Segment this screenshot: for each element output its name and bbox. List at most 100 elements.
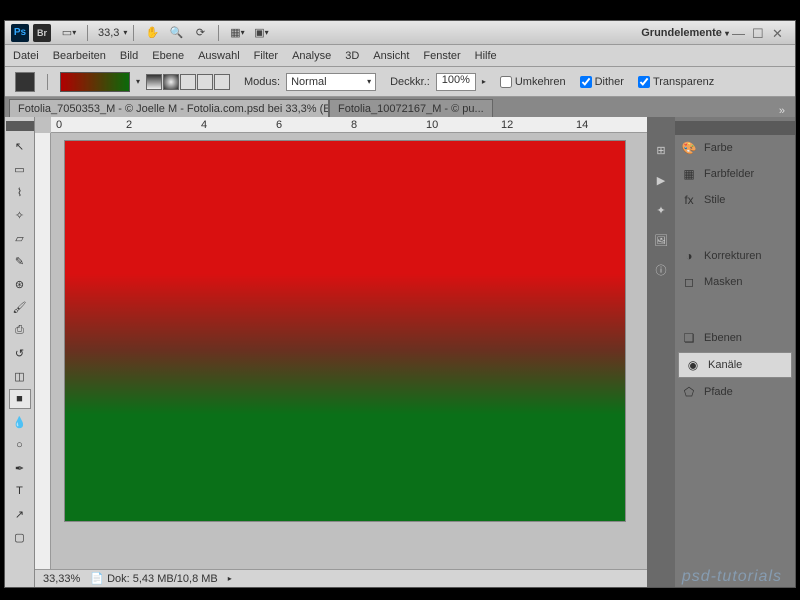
menu-filter[interactable]: Filter: [254, 50, 278, 62]
dodge-tool-icon[interactable]: ○: [9, 435, 31, 455]
photoshop-logo-icon: Ps: [11, 24, 29, 42]
minimize-icon[interactable]: —: [732, 26, 746, 40]
bridge-logo-icon[interactable]: Br: [33, 24, 51, 42]
tools-header[interactable]: [6, 121, 34, 131]
mode-select[interactable]: Normal▾: [286, 73, 376, 91]
separator: [133, 25, 134, 41]
diamond-gradient-icon[interactable]: [214, 74, 230, 90]
menu-hilfe[interactable]: Hilfe: [475, 50, 497, 62]
tool-preset-icon[interactable]: [15, 72, 35, 92]
close-icon[interactable]: ✕: [772, 26, 786, 40]
separator: [218, 25, 219, 41]
separator: [47, 74, 48, 90]
strip-icon-5[interactable]: ⓘ: [652, 261, 670, 279]
linear-gradient-icon[interactable]: [146, 74, 162, 90]
right-panels: ⊞ ▶ ✦ 🖼 ⓘ 🎨Farbe ▦Farbfelder fxStile ◑Ko…: [647, 117, 795, 587]
color-icon: 🎨: [681, 140, 697, 156]
gradient-tool-icon[interactable]: ■: [9, 389, 31, 409]
stamp-tool-icon[interactable]: ⎙: [9, 320, 31, 340]
menu-analyse[interactable]: Analyse: [292, 50, 331, 62]
zoom-level[interactable]: 33,3: [98, 27, 119, 39]
panel-group-header[interactable]: [675, 121, 795, 135]
reflected-gradient-icon[interactable]: [197, 74, 213, 90]
titlebar: Ps Br ▭▾ 33,3 ▾ ✋ 🔍 ⟳ ▦▾ ▣▾ Grundelemente…: [5, 21, 795, 45]
arrange-docs-icon[interactable]: ▦▾: [227, 24, 247, 42]
menu-ebene[interactable]: Ebene: [152, 50, 184, 62]
document-tab-active[interactable]: Fotolia_7050353_M - © Joelle M - Fotolia…: [9, 99, 329, 117]
status-doc-info[interactable]: 📄 Dok: 5,43 MB/10,8 MB: [90, 572, 217, 585]
strip-icon-1[interactable]: ⊞: [652, 141, 670, 159]
lasso-tool-icon[interactable]: ⌇: [9, 182, 31, 202]
type-tool-icon[interactable]: T: [9, 481, 31, 501]
eyedropper-tool-icon[interactable]: ✎: [9, 251, 31, 271]
healing-tool-icon[interactable]: ⊛: [9, 274, 31, 294]
menu-3d[interactable]: 3D: [345, 50, 359, 62]
masks-icon: ◻: [681, 274, 697, 290]
screen-mode-icon[interactable]: ▣▾: [251, 24, 271, 42]
panel-masken[interactable]: ◻Masken: [675, 269, 795, 295]
hand-tool-icon[interactable]: ✋: [142, 24, 162, 42]
strip-icon-2[interactable]: ▶: [652, 171, 670, 189]
separator: [87, 25, 88, 41]
menu-ansicht[interactable]: Ansicht: [373, 50, 409, 62]
menu-auswahl[interactable]: Auswahl: [198, 50, 240, 62]
layers-icon: ❏: [681, 330, 697, 346]
shape-tool-icon[interactable]: ▢: [9, 527, 31, 547]
blur-tool-icon[interactable]: 💧: [9, 412, 31, 432]
ruler-horizontal[interactable]: 0 2 4 6 8 10 12 14: [51, 117, 647, 133]
brush-tool-icon[interactable]: 🖌: [9, 297, 31, 317]
history-brush-icon[interactable]: ↺: [9, 343, 31, 363]
panel-ebenen[interactable]: ❏Ebenen: [675, 325, 795, 351]
ruler-vertical[interactable]: [35, 133, 51, 569]
channels-icon: ◉: [685, 357, 701, 373]
strip-icon-3[interactable]: ✦: [652, 201, 670, 219]
status-zoom[interactable]: 33,33%: [43, 573, 80, 585]
panel-farbe[interactable]: 🎨Farbe: [675, 135, 795, 161]
opacity-dropdown-icon[interactable]: ▸: [482, 77, 486, 86]
eraser-tool-icon[interactable]: ◫: [9, 366, 31, 386]
menu-datei[interactable]: Datei: [13, 50, 39, 62]
canvas[interactable]: [65, 141, 625, 521]
panel-kanaele[interactable]: ◉Kanäle: [678, 352, 792, 378]
crop-tool-icon[interactable]: ▱: [9, 228, 31, 248]
menu-fenster[interactable]: Fenster: [423, 50, 460, 62]
radial-gradient-icon[interactable]: [163, 74, 179, 90]
panel-farbfelder[interactable]: ▦Farbfelder: [675, 161, 795, 187]
move-tool-icon[interactable]: ↖: [9, 136, 31, 156]
opacity-input[interactable]: 100%: [436, 73, 476, 91]
dither-checkbox[interactable]: Dither: [580, 76, 624, 88]
document-tab-inactive[interactable]: Fotolia_10072167_M - © pu...: [329, 99, 493, 117]
transparency-checkbox[interactable]: Transparenz: [638, 76, 714, 88]
zoom-dropdown-icon[interactable]: ▾: [123, 28, 127, 37]
watermark: psd-tutorials: [682, 568, 782, 586]
layout-dropdown-icon[interactable]: ▭▾: [59, 24, 79, 42]
canvas-viewport[interactable]: [51, 133, 647, 569]
canvas-area: 0 2 4 6 8 10 12 14 33,33% 📄 Dok: 5,43 MB…: [35, 117, 647, 587]
panel-stile[interactable]: fxStile: [675, 187, 795, 213]
menu-bild[interactable]: Bild: [120, 50, 138, 62]
angle-gradient-icon[interactable]: [180, 74, 196, 90]
wand-tool-icon[interactable]: ✧: [9, 205, 31, 225]
options-bar: ▾ Modus: Normal▾ Deckkr.: 100%▸ Umkehren…: [5, 67, 795, 97]
panel-korrekturen[interactable]: ◑Korrekturen: [675, 243, 795, 269]
strip-icon-4[interactable]: 🖼: [652, 231, 670, 249]
menu-bearbeiten[interactable]: Bearbeiten: [53, 50, 106, 62]
status-menu-icon[interactable]: ▸: [228, 574, 232, 583]
path-tool-icon[interactable]: ↗: [9, 504, 31, 524]
zoom-tool-icon[interactable]: 🔍: [166, 24, 186, 42]
opacity-label: Deckkr.:: [390, 76, 430, 88]
gradient-type-group: [146, 74, 230, 90]
reverse-checkbox[interactable]: Umkehren: [500, 76, 566, 88]
swatches-icon: ▦: [681, 166, 697, 182]
maximize-icon[interactable]: ☐: [752, 26, 766, 40]
gradient-preview[interactable]: [60, 72, 130, 92]
rotate-view-icon[interactable]: ⟳: [190, 24, 210, 42]
tab-overflow-icon[interactable]: »: [773, 105, 791, 117]
pen-tool-icon[interactable]: ✒: [9, 458, 31, 478]
panel-pfade[interactable]: ⬠Pfade: [675, 379, 795, 405]
panel-list: 🎨Farbe ▦Farbfelder fxStile ◑Korrekturen …: [675, 117, 795, 587]
workspace-selector[interactable]: Grundelemente ▾: [641, 27, 729, 39]
marquee-tool-icon[interactable]: ▭: [9, 159, 31, 179]
gradient-dropdown-icon[interactable]: ▾: [136, 77, 140, 86]
adjustments-icon: ◑: [681, 248, 697, 264]
